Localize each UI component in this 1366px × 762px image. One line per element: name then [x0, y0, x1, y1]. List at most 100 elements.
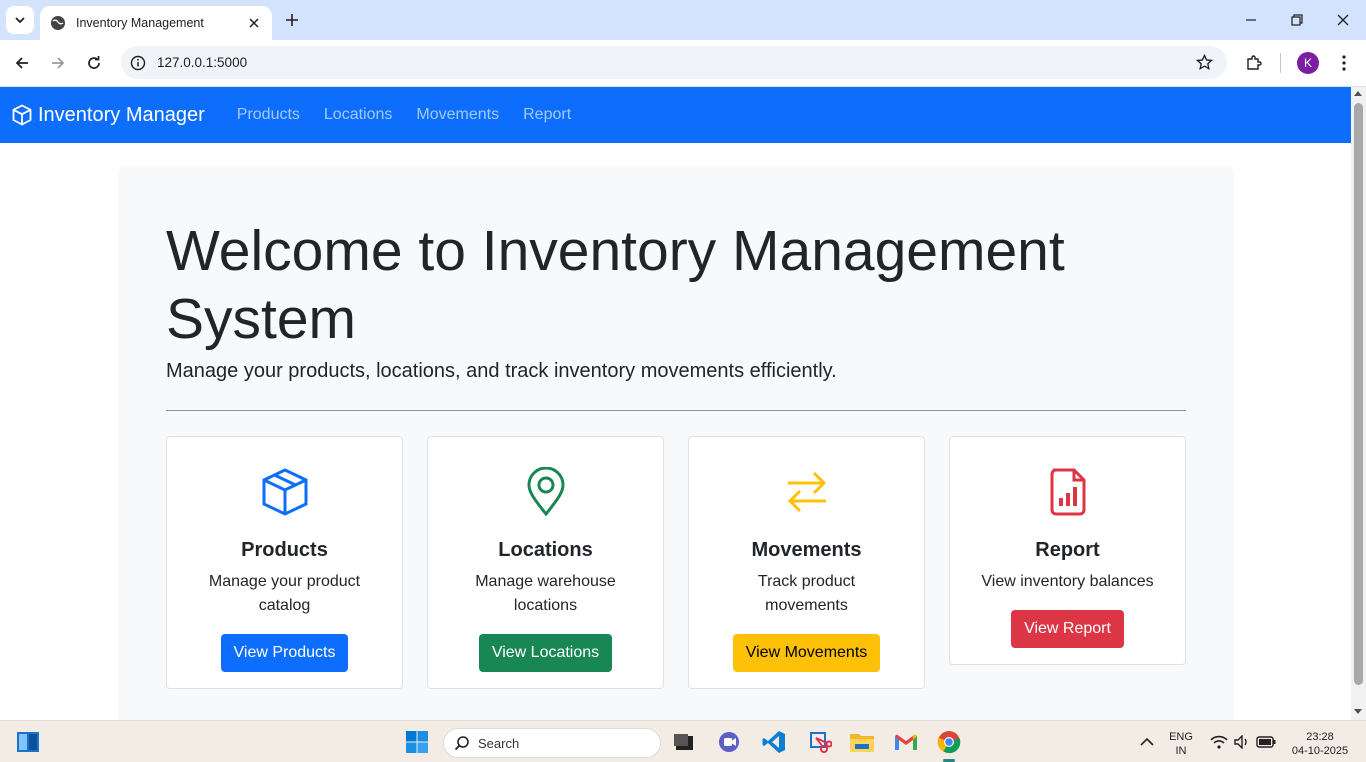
page-viewport: Inventory Manager Products Locations Mov… [0, 87, 1351, 720]
battery-button[interactable] [1253, 729, 1279, 755]
nav-links: Products Locations Movements Report [221, 106, 579, 124]
language-indicator[interactable]: ENG IN [1163, 730, 1199, 758]
taskbar-search-placeholder: Search [478, 735, 520, 751]
box-icon [258, 465, 312, 519]
widgets-button[interactable] [15, 729, 41, 755]
card-text: Track product movements [757, 573, 856, 614]
tab-title: Inventory Management [76, 16, 204, 30]
tray-overflow-button[interactable] [1134, 729, 1160, 755]
reload-icon [88, 56, 100, 69]
browser-tab[interactable]: Inventory Management [40, 6, 272, 40]
vscode-icon [762, 731, 785, 753]
nav-link-movements[interactable]: Movements [408, 106, 507, 124]
page-title: Welcome to Inventory Management System [166, 219, 1065, 351]
minimize-icon [1246, 19, 1256, 21]
card-locations: Locations Manage warehouse locations Vie… [427, 436, 664, 689]
view-report-button[interactable]: View Report [1011, 610, 1124, 648]
scroll-thumb[interactable] [1354, 103, 1363, 685]
task-view-icon [674, 734, 693, 750]
card-title: Locations [498, 539, 593, 561]
arrows-exchange-icon [780, 465, 834, 519]
site-info-icon[interactable] [130, 55, 146, 71]
card-text: Manage your product catalog [208, 573, 361, 614]
globe-favicon-icon [51, 16, 65, 30]
plus-icon [286, 14, 298, 26]
scissors-icon [810, 732, 832, 753]
card-title: Movements [751, 539, 862, 561]
chrome-icon [937, 731, 961, 754]
file-explorer-button[interactable] [849, 729, 875, 755]
battery-icon [1256, 736, 1276, 748]
gmail-button[interactable] [893, 729, 919, 755]
scroll-down-arrow-icon[interactable] [1354, 709, 1362, 714]
forward-button[interactable] [47, 52, 69, 74]
card-text: View inventory balances [981, 573, 1154, 590]
extensions-button[interactable] [1243, 52, 1265, 74]
start-button[interactable] [404, 729, 430, 755]
tab-close-icon[interactable] [246, 15, 262, 31]
page-lead: Manage your products, locations, and tra… [166, 360, 837, 382]
close-icon [1337, 14, 1349, 26]
folder-icon [850, 734, 874, 752]
vscode-button[interactable] [761, 729, 787, 755]
arrow-right-icon [52, 57, 65, 69]
region-code: IN [1175, 745, 1187, 757]
speaker-icon [1234, 735, 1247, 749]
box-icon [12, 104, 32, 126]
browser-toolbar: 127.0.0.1:5000 K [0, 40, 1366, 87]
card-movements: Movements Track product movements View M… [688, 436, 925, 689]
restore-button[interactable] [1287, 10, 1307, 30]
task-view-button[interactable] [671, 729, 697, 755]
nav-link-products[interactable]: Products [229, 106, 308, 124]
page-scrollbar[interactable] [1351, 87, 1366, 720]
map-pin-icon [519, 465, 573, 519]
back-button[interactable] [11, 52, 33, 74]
snipping-tool-button[interactable] [807, 729, 833, 755]
welcome-jumbotron: Welcome to Inventory Management System M… [118, 167, 1234, 720]
windows-logo-icon [406, 731, 428, 753]
card-products: Products Manage your product catalog Vie… [166, 436, 403, 689]
scroll-up-arrow-icon[interactable] [1354, 91, 1362, 96]
address-bar[interactable]: 127.0.0.1:5000 [121, 46, 1227, 79]
toolbar-separator [1280, 53, 1281, 73]
view-movements-button[interactable]: View Movements [732, 634, 881, 672]
url-text: 127.0.0.1:5000 [157, 55, 248, 70]
chrome-button[interactable] [936, 729, 962, 755]
minimize-button[interactable] [1241, 10, 1261, 30]
taskbar-search-box[interactable]: Search [443, 728, 661, 758]
profile-avatar[interactable]: K [1297, 52, 1319, 74]
more-vertical-icon [1342, 55, 1346, 71]
close-window-button[interactable] [1333, 10, 1353, 30]
view-locations-button[interactable]: View Locations [478, 634, 613, 672]
bookmark-star-icon[interactable] [1196, 54, 1213, 71]
reload-button[interactable] [83, 52, 105, 74]
card-text: Manage warehouse locations [475, 573, 616, 614]
view-products-button[interactable]: View Products [220, 634, 349, 672]
search-icon [454, 736, 469, 751]
puzzle-icon [1247, 55, 1262, 70]
restore-icon [1291, 14, 1303, 26]
clock-time: 23:28 [1306, 731, 1334, 743]
navbar-brand[interactable]: Inventory Manager [12, 104, 205, 127]
browser-tabstrip: Inventory Management [0, 0, 1366, 40]
language-code: ENG [1169, 731, 1193, 743]
video-chat-icon [719, 732, 739, 752]
nav-link-report[interactable]: Report [515, 106, 579, 124]
card-title: Products [241, 539, 328, 561]
divider [166, 410, 1186, 411]
app-navbar: Inventory Manager Products Locations Mov… [0, 87, 1351, 143]
nav-link-locations[interactable]: Locations [316, 106, 401, 124]
taskbar: Search ENG IN 23:28 04-10-2025 [0, 720, 1366, 762]
teams-chat-button[interactable] [717, 729, 743, 755]
browser-menu-button[interactable] [1333, 52, 1355, 74]
arrow-left-icon [15, 57, 28, 69]
tab-search-button[interactable] [6, 6, 34, 34]
card-title: Report [1035, 539, 1100, 561]
volume-button[interactable] [1229, 729, 1255, 755]
file-chart-icon [1041, 465, 1095, 519]
new-tab-button[interactable] [282, 10, 302, 30]
clock-date: 04-10-2025 [1291, 745, 1349, 757]
chevron-down-icon [15, 17, 25, 24]
widgets-icon [17, 732, 39, 752]
clock[interactable]: 23:28 04-10-2025 [1284, 730, 1356, 758]
